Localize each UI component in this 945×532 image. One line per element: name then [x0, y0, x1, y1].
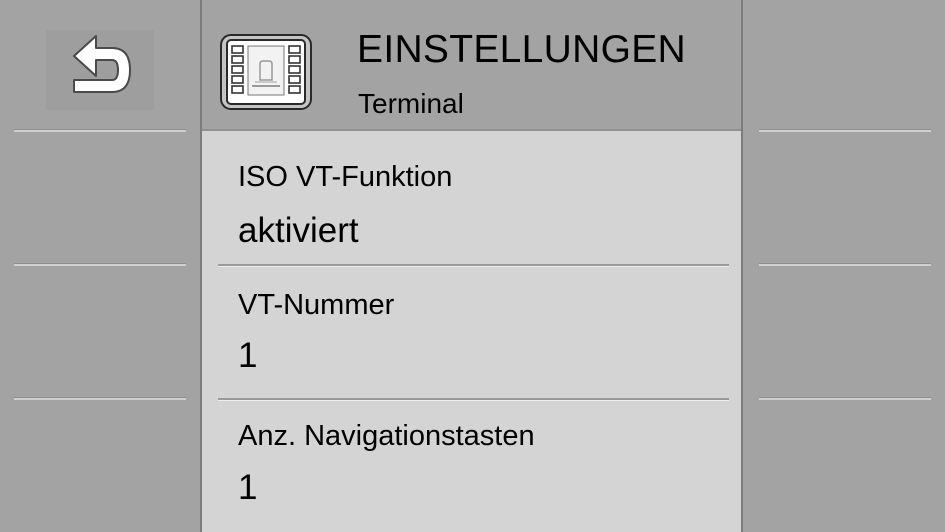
softkey-divider	[759, 264, 931, 266]
main-panel: EINSTELLUNGEN Terminal ISO VT-Funktion a…	[200, 0, 743, 532]
list-item[interactable]: VT-Nummer 1	[218, 266, 729, 398]
back-arrow-icon	[73, 35, 131, 93]
setting-label: VT-Nummer	[238, 289, 395, 321]
list-item[interactable]: ISO VT-Funktion aktiviert	[218, 131, 729, 264]
right-softkey-column	[743, 0, 945, 532]
softkey-divider	[14, 264, 186, 266]
list-item[interactable]: Anz. Navigationstasten 1	[218, 400, 729, 532]
setting-value: 1	[238, 336, 258, 375]
page-header: EINSTELLUNGEN Terminal	[202, 0, 741, 131]
settings-list: ISO VT-Funktion aktiviert VT-Nummer 1 An…	[202, 131, 741, 532]
back-button[interactable]	[46, 30, 154, 110]
softkey-divider	[759, 398, 931, 400]
setting-label: ISO VT-Funktion	[238, 161, 453, 193]
softkey-divider	[759, 130, 931, 132]
page-subtitle: Terminal	[358, 88, 464, 119]
terminal-settings-icon	[220, 34, 312, 110]
setting-label: Anz. Navigationstasten	[238, 420, 535, 452]
page-title: EINSTELLUNGEN	[357, 28, 686, 71]
left-softkey-column	[0, 0, 200, 532]
softkey-divider	[14, 130, 186, 132]
setting-value: aktiviert	[238, 211, 359, 250]
softkey-divider	[14, 398, 186, 400]
setting-value: 1	[238, 468, 258, 507]
